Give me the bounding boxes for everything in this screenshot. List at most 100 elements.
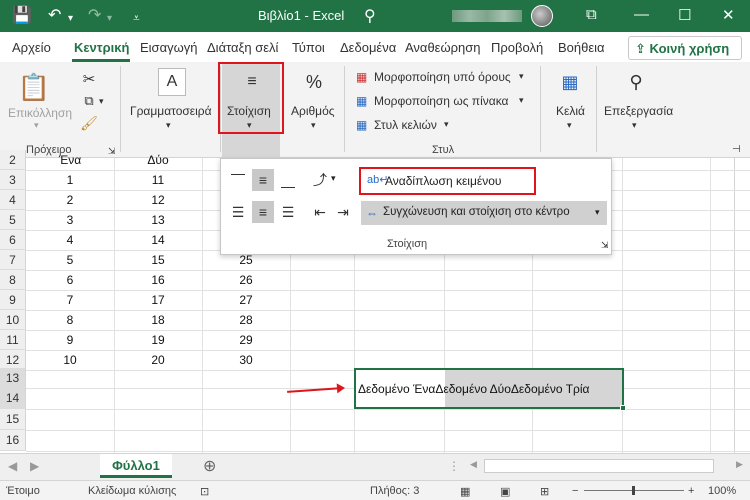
table-cell[interactable]: 4 <box>26 233 114 247</box>
row-header[interactable]: 9 <box>0 290 26 310</box>
tab-view[interactable]: Προβολή <box>491 40 543 55</box>
redo-icon[interactable]: ↷ <box>88 6 101 26</box>
row-header[interactable]: 13 <box>0 368 26 388</box>
accessibility-icon[interactable]: ⊡ <box>200 485 209 498</box>
tab-file[interactable]: Αρχείο <box>12 40 51 55</box>
page-break-view-icon[interactable]: ⊞ <box>540 485 549 498</box>
row-header[interactable]: 16 <box>0 430 26 451</box>
add-sheet-icon[interactable]: ⊕ <box>203 456 216 476</box>
undo-dropdown-icon[interactable]: ▾ <box>68 9 73 29</box>
table-cell[interactable]: 11 <box>114 173 202 187</box>
merge-center-dropdown-icon[interactable]: ▾ <box>595 207 600 218</box>
ribbon-display-icon[interactable]: ⧉ <box>586 6 597 23</box>
table-cell[interactable]: 30 <box>202 353 290 367</box>
table-cell[interactable]: 25 <box>202 253 290 267</box>
zoom-slider-thumb[interactable] <box>632 486 635 495</box>
format-table-dropdown-icon[interactable]: ▾ <box>519 95 524 106</box>
row-header[interactable]: 6 <box>0 230 26 250</box>
cut-icon[interactable]: ✂ <box>80 70 98 88</box>
cell-styles-label[interactable]: Στυλ κελιών <box>374 118 437 132</box>
scroll-left-icon[interactable]: ◀ <box>470 459 477 470</box>
table-cell[interactable]: 18 <box>114 313 202 327</box>
row-header[interactable]: 8 <box>0 270 26 290</box>
format-painter-icon[interactable]: 🖌 <box>80 114 98 132</box>
fill-handle[interactable] <box>620 405 626 411</box>
row-header[interactable]: 4 <box>0 190 26 210</box>
table-cell[interactable]: 7 <box>26 293 114 307</box>
table-cell[interactable]: 20 <box>114 353 202 367</box>
number-label[interactable]: Αριθμός <box>291 104 335 118</box>
tab-review[interactable]: Αναθεώρηση <box>405 40 481 55</box>
tab-page-layout[interactable]: Διάταξη σελί <box>207 40 278 55</box>
row-header[interactable]: 10 <box>0 310 26 330</box>
paste-icon[interactable]: 📋 <box>18 72 50 102</box>
row-header[interactable]: 2 <box>0 150 26 170</box>
table-cell[interactable]: 2 <box>26 193 114 207</box>
number-dropdown-icon[interactable]: ▾ <box>311 120 316 131</box>
page-layout-view-icon[interactable]: ▣ <box>500 485 510 498</box>
table-cell[interactable]: 1 <box>26 173 114 187</box>
cells-label[interactable]: Κελιά <box>556 104 585 118</box>
merge-center-button[interactable]: Συγχώνευση και στοίχιση στο κέντρο <box>383 206 570 218</box>
zoom-in-icon[interactable]: + <box>688 485 694 497</box>
orientation-icon[interactable]: ⤴ <box>309 169 331 191</box>
prev-sheet-icon[interactable]: ◀ <box>8 459 17 473</box>
editing-dropdown-icon[interactable]: ▾ <box>632 120 637 131</box>
tab-help[interactable]: Βοήθεια <box>558 40 605 55</box>
search-icon[interactable]: ⚲ <box>364 6 376 26</box>
merged-cell-selection[interactable]: Δεδομένο ΈναΔεδομένο ΔύοΔεδομένο Τρία <box>354 368 626 411</box>
avatar[interactable] <box>531 5 553 27</box>
table-cell[interactable]: 17 <box>114 293 202 307</box>
number-percent-icon[interactable]: % <box>300 68 328 96</box>
conditional-format-label[interactable]: Μορφοποίηση υπό όρους <box>374 70 511 84</box>
split-dots-icon[interactable]: ⋮ <box>448 459 460 473</box>
cells-icon[interactable]: ▦ <box>556 68 584 96</box>
table-cell[interactable]: 28 <box>202 313 290 327</box>
font-icon[interactable]: A <box>158 68 186 96</box>
align-left-icon[interactable]: ☰ <box>227 201 249 223</box>
table-cell[interactable]: 13 <box>114 213 202 227</box>
bottom-align-icon[interactable]: ⎽ <box>277 169 299 191</box>
decrease-indent-icon[interactable]: ⇤ <box>309 201 331 223</box>
increase-indent-icon[interactable]: ⇥ <box>332 201 354 223</box>
table-cell[interactable]: 8 <box>26 313 114 327</box>
row-header[interactable]: 7 <box>0 250 26 270</box>
table-cell[interactable]: 19 <box>114 333 202 347</box>
table-cell[interactable]: 27 <box>202 293 290 307</box>
align-center-icon[interactable]: ≡ <box>252 201 274 223</box>
redo-dropdown-icon[interactable]: ▾ <box>107 9 112 29</box>
copy-icon[interactable]: ⧉ <box>80 92 98 110</box>
copy-dropdown-icon[interactable]: ▾ <box>99 96 104 107</box>
row-header[interactable]: 3 <box>0 170 26 190</box>
alignment-launcher-icon[interactable]: ⇲ <box>601 240 609 251</box>
font-label[interactable]: Γραμματοσειρά <box>130 104 212 118</box>
table-cell[interactable]: 14 <box>114 233 202 247</box>
tab-data[interactable]: Δεδομένα <box>340 40 396 55</box>
row-header[interactable]: 12 <box>0 350 26 370</box>
table-cell[interactable]: Ένα <box>26 153 114 167</box>
format-table-label[interactable]: Μορφοποίηση ως πίνακα <box>374 94 508 108</box>
row-header[interactable]: 15 <box>0 409 26 430</box>
table-cell[interactable]: 26 <box>202 273 290 287</box>
next-sheet-icon[interactable]: ▶ <box>30 459 39 473</box>
top-align-icon[interactable]: ⎺ <box>227 169 249 191</box>
cell-styles-dropdown-icon[interactable]: ▾ <box>444 119 449 130</box>
font-dropdown-icon[interactable]: ▾ <box>166 120 171 131</box>
close-icon[interactable]: ✕ <box>722 6 735 24</box>
table-cell[interactable]: Δύο <box>114 153 202 167</box>
conditional-format-dropdown-icon[interactable]: ▾ <box>519 71 524 82</box>
row-header[interactable]: 5 <box>0 210 26 230</box>
sheet-tab-1[interactable]: Φύλλο1 <box>100 454 172 478</box>
undo-icon[interactable]: ↶ <box>48 6 61 26</box>
minimize-icon[interactable]: — <box>634 6 649 23</box>
normal-view-icon[interactable]: ▦ <box>460 485 470 498</box>
table-cell[interactable]: 3 <box>26 213 114 227</box>
share-button[interactable]: ⇪ Κοινή χρήση <box>628 36 742 60</box>
table-cell[interactable]: 15 <box>114 253 202 267</box>
table-cell[interactable]: 29 <box>202 333 290 347</box>
tab-insert[interactable]: Εισαγωγή <box>140 40 197 55</box>
zoom-level[interactable]: 100% <box>708 485 736 497</box>
collapse-ribbon-icon[interactable]: ⊣ <box>732 144 741 155</box>
orientation-dropdown-icon[interactable]: ▾ <box>331 173 336 184</box>
save-icon[interactable]: 💾 <box>12 6 32 26</box>
